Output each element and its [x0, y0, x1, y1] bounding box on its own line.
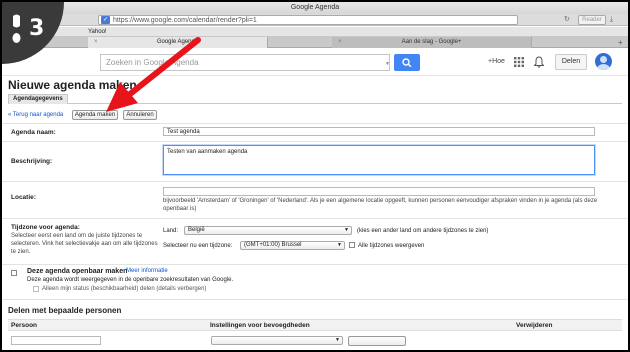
search-icon [402, 58, 412, 67]
cancel-button[interactable]: Annuleren [123, 110, 157, 120]
tab-label: Google Agenda [156, 39, 199, 45]
add-person-button[interactable] [348, 336, 406, 346]
reload-icon[interactable]: ↻ [564, 15, 574, 25]
timezone-label: Tijdzone voor agenda: [11, 224, 80, 231]
busy-only-checkbox[interactable] [33, 286, 39, 292]
step-number: 3 [29, 16, 45, 41]
address-bar-row: ✓ https://www.google.com/calendar/render… [2, 14, 628, 26]
divider [2, 141, 628, 142]
chevron-down-icon: ▼ [344, 227, 349, 233]
url-field[interactable]: ✓ https://www.google.com/calendar/render… [98, 15, 518, 25]
screenshot-frame: Google Agenda ✓ https://www.google.com/c… [0, 0, 630, 352]
search-options-icon[interactable]: ▼ [385, 61, 390, 67]
reader-button[interactable]: Reader [578, 15, 606, 25]
footprint-icon [12, 14, 21, 43]
url-scheme: https [113, 17, 129, 24]
country-hint: (kies een ander land om andere tijdzones… [357, 228, 489, 234]
back-to-calendar-link[interactable]: « Terug naar agenda [8, 112, 63, 118]
notifications-bell-icon[interactable] [534, 56, 544, 68]
tab-google-agenda[interactable]: × Google Agenda [88, 37, 268, 48]
country-value: België [188, 227, 205, 233]
more-info-link[interactable]: Meer informatie [126, 268, 168, 274]
divider [2, 218, 628, 219]
downloads-icon[interactable]: ⤓ [610, 15, 622, 25]
select-timezone-label: Selecteer nu een tijdzone: [163, 243, 233, 249]
new-tab-icon[interactable]: + [618, 37, 623, 48]
location-field[interactable] [163, 187, 595, 196]
description-field[interactable]: Testen van aanmaken agenda [163, 145, 595, 175]
google-header: Zoeken in Google Agenda ▼ +Hoe Delen [2, 48, 628, 76]
share-button[interactable]: Delen [555, 54, 587, 70]
share-table-header: Persoon Instellingen voor bevoegdheden V… [8, 319, 622, 331]
search-button[interactable] [394, 54, 420, 71]
location-hint: bijvoorbeeld 'Amsterdam' of 'Groningen' … [163, 198, 598, 212]
timezone-value: (GMT+01:00) Brussel [244, 242, 302, 248]
show-all-timezones-checkbox[interactable] [349, 242, 355, 248]
calendar-name-field[interactable]: Test agenda [163, 127, 595, 136]
tab-calendar-details[interactable]: Agendagegevens [8, 94, 68, 104]
create-calendar-button[interactable]: Agenda maken [72, 110, 118, 120]
chevron-down-icon: ▼ [337, 242, 342, 248]
country-label: Land: [163, 228, 179, 234]
share-section-title: Delen met bepaalde personen [8, 306, 122, 315]
timezone-select[interactable]: (GMT+01:00) Brussel ▼ [240, 241, 345, 250]
lock-icon: ✓ [101, 16, 110, 24]
busy-only-label: Alleen mijn status (beschikbaarheid) del… [42, 286, 207, 292]
column-header-remove: Verwijderen [516, 322, 553, 329]
bookmark-yahoo[interactable]: Yahoo! [88, 27, 107, 37]
subtab-bar: Agendagegevens [8, 94, 622, 104]
search-input[interactable]: Zoeken in Google Agenda [100, 54, 390, 71]
tab-bar: × Google Agenda × Aan de slag - Google+ + [2, 37, 628, 48]
description-label: Beschrijving: [11, 158, 53, 165]
apps-grid-icon[interactable] [514, 57, 524, 67]
google-plus-profile-link[interactable]: +Hoe [488, 58, 505, 65]
close-tab-icon[interactable]: × [338, 37, 342, 48]
permission-select[interactable]: ▼ [211, 336, 343, 345]
tab-google-plus[interactable]: × Aan de slag - Google+ [332, 37, 532, 48]
divider [2, 264, 628, 265]
column-header-person: Persoon [11, 322, 38, 329]
country-select[interactable]: België ▼ [184, 226, 352, 235]
public-calendar-description: Deze agenda wordt weergegeven in de open… [27, 277, 234, 283]
timezone-help: Selecteer eerst een land om de juiste ti… [11, 233, 158, 255]
divider [2, 299, 628, 300]
public-calendar-checkbox[interactable] [11, 270, 17, 276]
person-email-field[interactable] [11, 336, 101, 345]
calendar-name-label: Agenda naam: [11, 129, 56, 136]
public-calendar-title: Deze agenda openbaar maken [27, 268, 128, 275]
page-title: Nieuwe agenda maken [8, 78, 137, 92]
tab-label: Aan de slag - Google+ [401, 39, 462, 45]
location-label: Locatie: [11, 194, 36, 201]
chevron-down-icon: ▼ [335, 337, 340, 343]
column-header-permissions: Instellingen voor bevoegdheden [210, 322, 310, 329]
divider [2, 181, 628, 182]
window-title: Google Agenda [290, 4, 340, 11]
divider [2, 123, 628, 124]
bookmarks-bar: Yahoo! [2, 27, 628, 37]
window-titlebar: Google Agenda [2, 2, 628, 14]
close-tab-icon[interactable]: × [94, 37, 98, 48]
show-all-timezones-label: Alle tijdzones weergeven [358, 243, 425, 249]
avatar[interactable] [595, 53, 612, 70]
url-text: www.google.com/calendar/render?pli=1 [134, 17, 257, 24]
